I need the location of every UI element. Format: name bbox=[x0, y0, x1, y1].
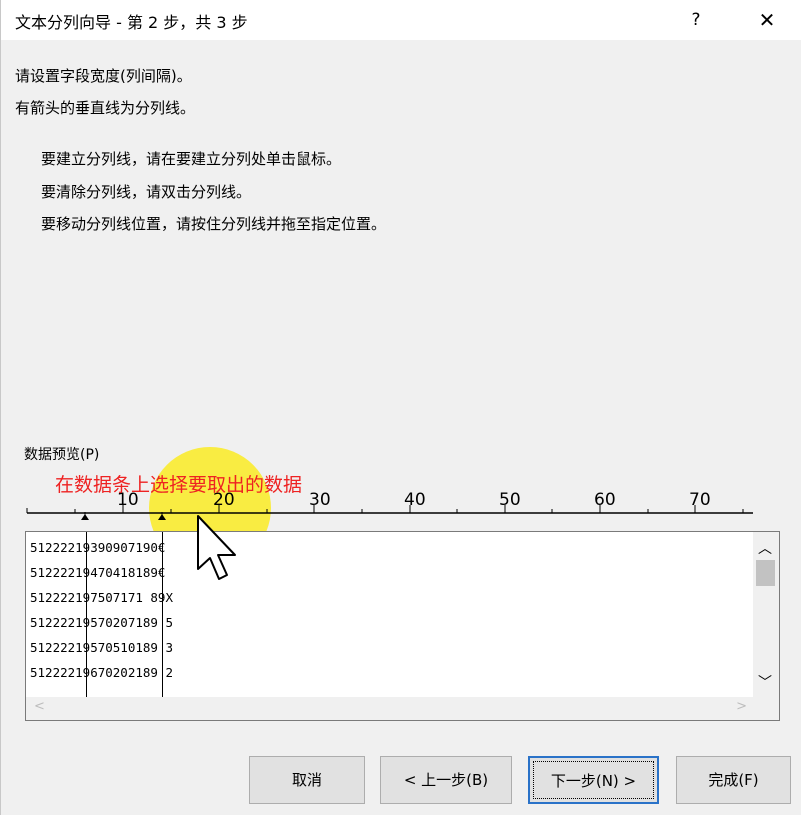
cancel-button[interactable]: 取消 bbox=[249, 756, 365, 804]
ruler-number: 50 bbox=[499, 490, 521, 510]
data-preview-label: 数据预览(P) bbox=[24, 447, 100, 463]
dialog-title: 文本分列向导 - 第 2 步，共 3 步 bbox=[15, 13, 248, 32]
focus-ring bbox=[533, 761, 654, 799]
preview-row: 51222219470418189€ bbox=[30, 565, 166, 580]
scroll-right-icon[interactable]: > bbox=[736, 699, 747, 714]
preview-row: 51222219570207189 5 bbox=[30, 615, 173, 630]
data-preview-box[interactable]: 51222219390907190€ 51222219470418189€ 51… bbox=[25, 531, 780, 721]
back-button[interactable]: < 上一步(B) bbox=[380, 756, 512, 804]
instruction-line-2: 有箭头的垂直线为分列线。 bbox=[15, 99, 196, 117]
ruler-number: 40 bbox=[404, 490, 426, 510]
preview-row: 51222219390907190€ bbox=[30, 540, 166, 555]
ruler-number: 60 bbox=[594, 490, 616, 510]
horizontal-scrollbar[interactable]: < > bbox=[26, 697, 779, 720]
instruction-line-1: 请设置字段宽度(列间隔)。 bbox=[15, 67, 192, 85]
instruction-clear-break: 要清除分列线，请双击分列线。 bbox=[41, 183, 252, 201]
text-to-columns-dialog: 文本分列向导 - 第 2 步，共 3 步 ? ✕ 请设置字段宽度(列间隔)。 有… bbox=[0, 0, 801, 815]
scroll-left-icon[interactable]: < bbox=[34, 699, 45, 714]
scroll-down-icon[interactable]: ﹀ bbox=[758, 672, 772, 692]
help-button[interactable]: ? bbox=[682, 6, 710, 34]
scroll-thumb[interactable] bbox=[756, 560, 775, 586]
ruler-number: 70 bbox=[689, 490, 711, 510]
finish-button[interactable]: 完成(F) bbox=[676, 756, 791, 804]
ruler-number: 30 bbox=[309, 490, 331, 510]
instruction-move-break: 要移动分列线位置，请按住分列线并拖至指定位置。 bbox=[41, 215, 387, 233]
preview-row: 512222197507171 89X bbox=[30, 590, 173, 605]
title-bar: 文本分列向导 - 第 2 步，共 3 步 ? ✕ bbox=[1, 0, 801, 40]
next-button[interactable]: 下一步(N) > bbox=[528, 756, 659, 804]
mouse-pointer-icon bbox=[197, 515, 236, 580]
instruction-create-break: 要建立分列线，请在要建立分列处单击鼠标。 bbox=[41, 150, 342, 168]
close-button[interactable]: ✕ bbox=[753, 6, 781, 34]
scroll-up-icon[interactable]: ︿ bbox=[758, 538, 772, 558]
preview-row: 51222219670202189 2 bbox=[30, 665, 173, 680]
annotation-text: 在数据条上选择要取出的数据 bbox=[55, 474, 303, 496]
preview-row: 51222219570510189 3 bbox=[30, 640, 173, 655]
vertical-scrollbar[interactable]: ︿ ﹀ bbox=[753, 532, 779, 698]
